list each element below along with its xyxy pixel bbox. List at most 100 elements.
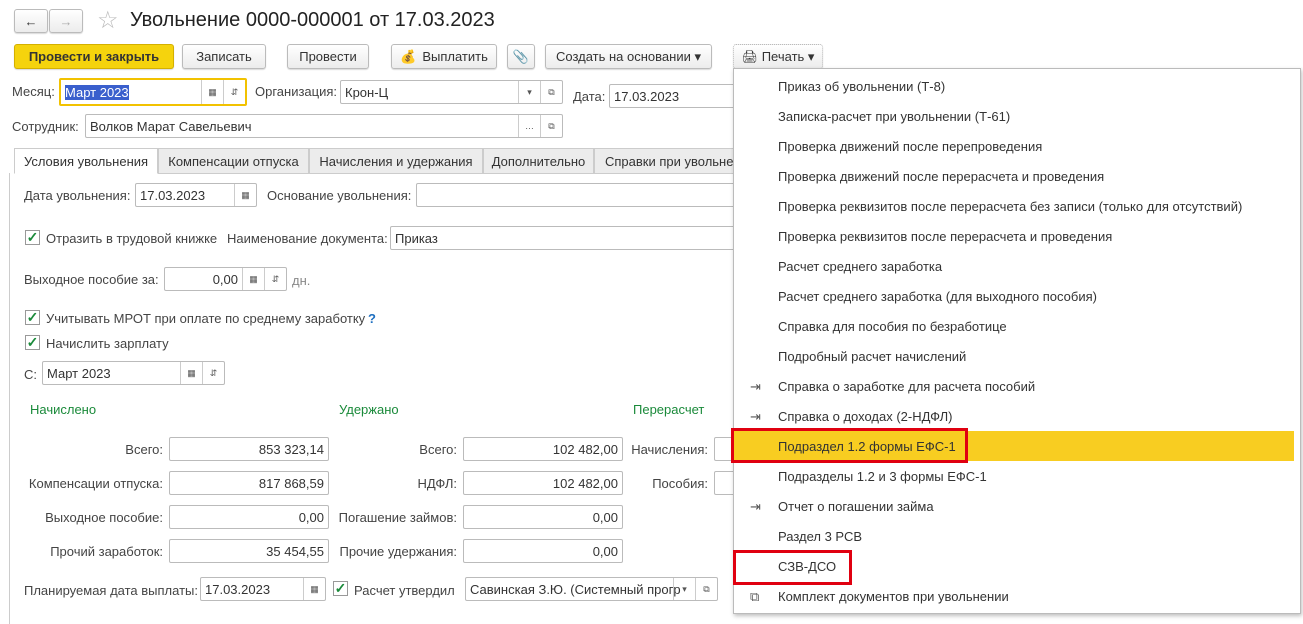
menu-item[interactable]: Раздел 3 РСВ [734, 521, 1300, 551]
open-icon[interactable]: ⧉ [695, 578, 717, 600]
menu-item[interactable]: ⧉ Комплект документов при увольнении [734, 581, 1300, 611]
pay-date-value: 17.03.2023 [205, 581, 271, 597]
calendar-icon[interactable]: ▦ [234, 184, 256, 206]
post-and-close-button[interactable]: Провести и закрыть [14, 44, 174, 69]
menu-item[interactable]: Справка для пособия по безработице [734, 311, 1300, 341]
severance-pay-label: Выходное пособие: [45, 510, 163, 525]
create-based-label: Создать на основании [555, 49, 691, 64]
menu-item[interactable]: Подразделы 1.2 и 3 формы ЕФС-1 [734, 461, 1300, 491]
recalc-benefits-label: Пособия: [652, 476, 708, 491]
help-icon[interactable]: ? [368, 311, 376, 326]
approved-label: Расчет утвердил [354, 583, 455, 598]
select-icon[interactable]: … [518, 115, 540, 137]
favorite-star-icon[interactable]: ☆ [97, 6, 119, 35]
menu-item[interactable]: Расчет среднего заработка (для выходного… [734, 281, 1300, 311]
calendar-icon[interactable]: ▦ [201, 80, 223, 104]
month-label: Месяц: [12, 84, 55, 99]
open-icon[interactable]: ⧉ [540, 115, 562, 137]
doc-name-value: Приказ [395, 230, 438, 246]
tab-dismissal-conditions[interactable]: Условия увольнения [14, 148, 158, 174]
tab-certificates[interactable]: Справки при увольне [594, 148, 739, 174]
dropdown-icon[interactable]: ▾ [673, 578, 695, 600]
menu-item[interactable]: Записка-расчет при увольнении (Т-61) [734, 101, 1300, 131]
employee-label: Сотрудник: [12, 119, 79, 134]
employee-input[interactable]: Волков Марат Савельевич … ⧉ [85, 114, 563, 138]
create-based-on-button[interactable]: Создать на основании ▾ [545, 44, 712, 69]
menu-item[interactable]: ⇥ Отчет о погашении займа [734, 491, 1300, 521]
severance-unit: дн. [292, 273, 311, 288]
menu-item-label: Отчет о погашении займа [778, 498, 934, 514]
vacation-comp-label: Компенсации отпуска: [28, 476, 163, 491]
organization-input[interactable]: Крон-Ц ▾ ⧉ [340, 80, 563, 104]
document-export-icon: ⇥ [750, 499, 761, 514]
other-deductions-field: 0,00 [463, 539, 623, 563]
attachment-icon[interactable]: 📎 [507, 44, 535, 69]
document-export-icon: ⇥ [750, 409, 761, 424]
tab-vacation-compensation[interactable]: Компенсации отпуска [158, 148, 309, 174]
menu-item[interactable]: СЗВ-ДСО [734, 551, 1300, 581]
forward-button[interactable]: → [49, 9, 83, 33]
menu-item[interactable]: Проверка реквизитов после перерасчета бе… [734, 191, 1300, 221]
month-value: Март 2023 [65, 84, 129, 100]
dropdown-icon[interactable]: ▾ [518, 81, 540, 103]
date-value: 17.03.2023 [614, 88, 680, 104]
calendar-icon[interactable]: ▦ [303, 578, 325, 600]
pay-date-input[interactable]: 17.03.2023 ▦ [200, 577, 326, 601]
basis-input[interactable] [416, 183, 739, 207]
organization-value: Крон-Ц [345, 84, 389, 100]
severance-stepper[interactable]: ⇵ [264, 268, 286, 290]
accrued-total-label: Всего: [125, 442, 163, 457]
open-icon[interactable]: ⧉ [540, 81, 562, 103]
accrued-title: Начислено [30, 402, 97, 417]
from-month-input[interactable]: Март 2023 ▦ ⇵ [42, 361, 225, 385]
from-label: С: [24, 367, 37, 382]
workbook-checkbox[interactable]: ✓ [25, 230, 40, 245]
ndfl-label: НДФЛ: [417, 476, 457, 491]
accrue-salary-checkbox[interactable]: ✓ [25, 335, 40, 350]
calculator-icon[interactable]: ▦ [242, 268, 264, 290]
menu-item-highlighted[interactable]: Подраздел 1.2 формы ЕФС-1 [734, 431, 1294, 461]
dismissal-date-value: 17.03.2023 [140, 187, 206, 203]
menu-item[interactable]: ⇥ Справка о заработке для расчета пособий [734, 371, 1300, 401]
approved-checkbox[interactable]: ✓ [333, 581, 348, 596]
dismissal-date-input[interactable]: 17.03.2023 ▦ [135, 183, 257, 207]
coins-icon: 💰 [400, 48, 417, 64]
calendar-icon[interactable]: ▦ [180, 362, 202, 384]
back-button[interactable]: ← [14, 9, 48, 33]
menu-item[interactable]: Проверка движений после перерасчета и пр… [734, 161, 1300, 191]
date-input[interactable]: 17.03.2023 [609, 84, 739, 108]
withheld-title: Удержано [339, 402, 399, 417]
printer-icon: 🖨 [741, 48, 759, 64]
organization-label: Организация: [255, 84, 338, 99]
menu-item[interactable]: Приказ об увольнении (Т-8) [734, 71, 1300, 101]
tab-additional[interactable]: Дополнительно [483, 148, 594, 174]
page-title: Увольнение 0000-000001 от 17.03.2023 [130, 9, 495, 31]
post-button[interactable]: Провести [287, 44, 369, 69]
tab-accruals[interactable]: Начисления и удержания [309, 148, 483, 174]
approved-by-input[interactable]: Савинская З.Ю. (Системный прогр ▾ ⧉ [465, 577, 718, 601]
month-stepper[interactable]: ⇵ [223, 80, 245, 104]
severance-input[interactable]: 0,00 ▦ ⇵ [164, 267, 287, 291]
menu-item[interactable]: ⇥ Справка о доходах (2-НДФЛ) [734, 401, 1300, 431]
doc-name-input[interactable]: Приказ [390, 226, 739, 250]
month-input[interactable]: Март 2023 ▦ ⇵ [59, 78, 247, 106]
other-deductions-label: Прочие удержания: [339, 544, 457, 559]
pay-button[interactable]: 💰 Выплатить [391, 44, 497, 69]
copy-documents-icon: ⧉ [750, 589, 760, 604]
menu-item[interactable]: Расчет среднего заработка [734, 251, 1300, 281]
pay-label: Выплатить [422, 49, 488, 64]
menu-item[interactable]: Проверка движений после перепроведения [734, 131, 1300, 161]
save-button[interactable]: Записать [182, 44, 266, 69]
from-month-stepper[interactable]: ⇵ [202, 362, 224, 384]
recalc-title: Перерасчет [633, 402, 705, 417]
print-button[interactable]: 🖨 Печать ▾ [733, 44, 823, 69]
loan-repayment-label: Погашение займов: [338, 510, 457, 525]
mrot-label: Учитывать МРОТ при оплате по среднему за… [46, 311, 366, 326]
print-label: Печать [761, 49, 805, 64]
menu-item-label: Справка о доходах (2-НДФЛ) [778, 408, 953, 424]
menu-item[interactable]: Подробный расчет начислений [734, 341, 1300, 371]
severance-label: Выходное пособие за: [24, 272, 159, 287]
menu-item[interactable]: Проверка реквизитов после перерасчета и … [734, 221, 1300, 251]
mrot-checkbox[interactable]: ✓ [25, 310, 40, 325]
date-label: Дата: [573, 89, 606, 104]
